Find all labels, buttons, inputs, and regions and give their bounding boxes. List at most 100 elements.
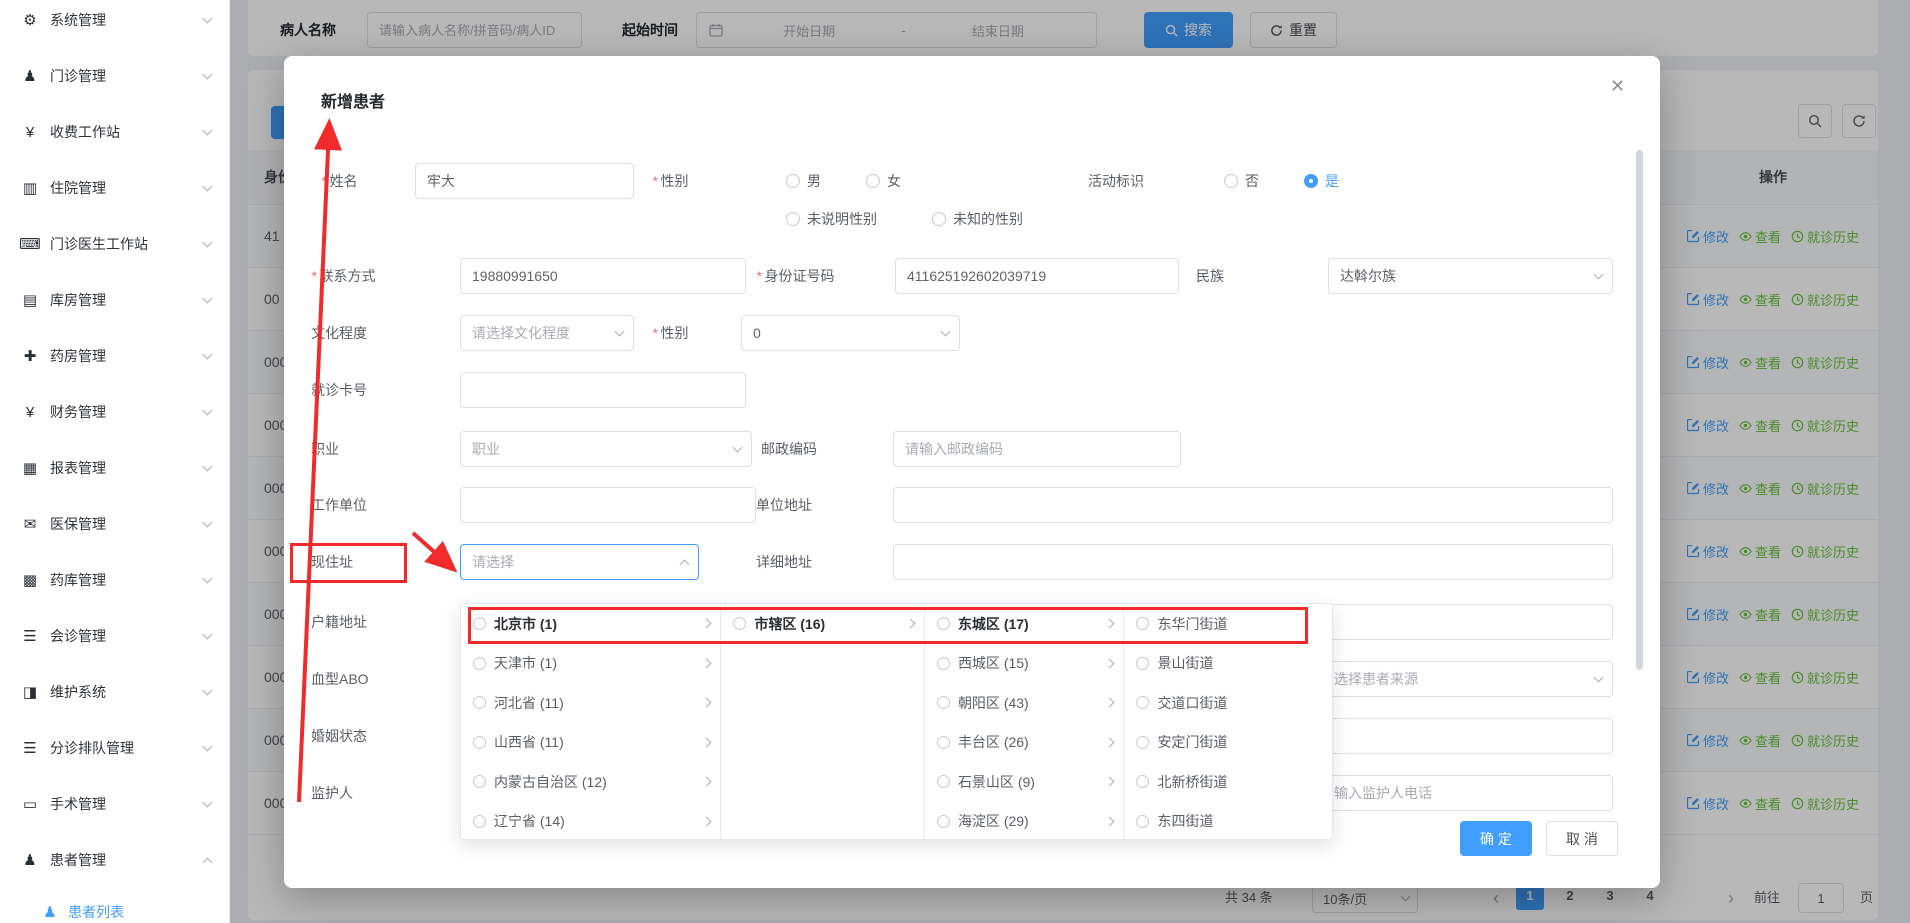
modal-title: 新增患者	[321, 88, 385, 112]
gender-label: *性别	[652, 163, 688, 199]
radio-gender-unknown[interactable]: 未知的性别	[932, 201, 1023, 237]
chevron-right-icon	[1105, 658, 1115, 668]
sidebar-item-label: 财务管理	[50, 402, 204, 422]
cascader-option[interactable]: 安定门街道	[1124, 723, 1332, 763]
work-unit-input[interactable]	[460, 487, 756, 523]
ethnic-select[interactable]: 达斡尔族	[1328, 258, 1613, 294]
chevron-icon	[203, 294, 213, 304]
sidebar-item[interactable]: ⌨ 门诊医生工作站	[0, 216, 229, 272]
cascader-option[interactable]: 东城区 (17)	[925, 604, 1124, 644]
cascader-option[interactable]: 河北省 (11)	[461, 683, 720, 723]
sidebar-item[interactable]: ▦ 报表管理	[0, 440, 229, 496]
close-icon[interactable]: ✕	[1610, 76, 1625, 97]
marital-right-input[interactable]	[1308, 718, 1613, 754]
name-input[interactable]	[415, 163, 634, 199]
sidebar-item[interactable]: ♟ 门诊管理	[0, 48, 229, 104]
chevron-up-icon	[680, 559, 690, 569]
detail-addr-input[interactable]	[893, 544, 1613, 580]
sidebar-item[interactable]: ⚙ 系统管理	[0, 0, 229, 48]
cascader-option[interactable]: 丰台区 (26)	[925, 723, 1124, 763]
radio-gender-unexplained[interactable]: 未说明性别	[786, 201, 877, 237]
radio-active-yes[interactable]: 是	[1304, 163, 1339, 199]
guardian-phone-input[interactable]	[1308, 775, 1613, 811]
sidebar-item[interactable]: ✉ 医保管理	[0, 496, 229, 552]
occupation-label: 职业	[311, 431, 339, 467]
radio-icon	[473, 736, 486, 749]
household-label: 户籍地址	[311, 604, 367, 640]
modal-scrollbar[interactable]	[1636, 150, 1643, 670]
cascader-option[interactable]: 山西省 (11)	[461, 723, 720, 763]
sidebar-item[interactable]: ▭ 手术管理	[0, 776, 229, 832]
radio-icon	[937, 736, 950, 749]
radio-icon	[1136, 617, 1149, 630]
education-select[interactable]: 请选择文化程度	[460, 315, 634, 351]
consultation-list-icon: ☰	[18, 627, 42, 645]
sidebar-item[interactable]: ▩ 药库管理	[0, 552, 229, 608]
ethnic-label: 民族	[1196, 258, 1224, 294]
cur-addr-select[interactable]: 请选择	[460, 544, 699, 580]
confirm-button[interactable]: 确 定	[1460, 821, 1532, 856]
idcard-label: *身份证号码	[756, 258, 834, 294]
cascader-option[interactable]: 天津市 (1)	[461, 644, 720, 684]
cascader-option[interactable]: 市辖区 (16)	[721, 604, 924, 644]
sidebar-item[interactable]: ◨ 维护系统	[0, 664, 229, 720]
chevron-icon	[203, 742, 213, 752]
sidebar-item[interactable]: ▤ 库房管理	[0, 272, 229, 328]
idcard-input[interactable]	[895, 258, 1179, 294]
gender2-label: *性别	[652, 315, 688, 351]
visit-card-input[interactable]	[460, 372, 746, 408]
chevron-right-icon	[702, 737, 712, 747]
chevron-right-icon	[702, 698, 712, 708]
add-patient-modal: 新增患者 ✕ *姓名 *性别 男 女 活动标识 否 是 未说明性别 未知的性别 …	[284, 56, 1660, 888]
chevron-icon	[203, 630, 213, 640]
radio-icon	[866, 174, 880, 188]
chevron-right-icon	[702, 777, 712, 787]
cascader-option[interactable]: 交道口街道	[1124, 683, 1332, 723]
cascader-option[interactable]: 朝阳区 (43)	[925, 683, 1124, 723]
sidebar-item-label: 收费工作站	[50, 122, 204, 142]
sidebar-item-patient-list[interactable]: ♟ 患者列表	[0, 888, 229, 923]
surgery-icon: ▭	[18, 795, 42, 813]
gear-icon: ⚙	[18, 11, 42, 29]
sidebar-item[interactable]: ¥ 收费工作站	[0, 104, 229, 160]
cascader-option[interactable]: 海淀区 (29)	[925, 802, 1124, 840]
chevron-icon	[203, 70, 213, 80]
cascader-option[interactable]: 西城区 (15)	[925, 644, 1124, 684]
marital-label: 婚姻状态	[311, 718, 367, 754]
cascader-option[interactable]: 内蒙古自治区 (12)	[461, 762, 720, 802]
occupation-select[interactable]: 职业	[460, 431, 752, 467]
radio-active-no[interactable]: 否	[1224, 163, 1259, 199]
cancel-button[interactable]: 取 消	[1546, 821, 1618, 856]
cascader-option[interactable]: 景山街道	[1124, 644, 1332, 684]
radio-female[interactable]: 女	[866, 163, 901, 199]
cascader-option[interactable]: 北新桥街道	[1124, 762, 1332, 802]
radio-male[interactable]: 男	[786, 163, 821, 199]
radio-icon	[937, 696, 950, 709]
sidebar-item[interactable]: ▥ 住院管理	[0, 160, 229, 216]
cascader-option[interactable]: 石景山区 (9)	[925, 762, 1124, 802]
unit-addr-input[interactable]	[893, 487, 1613, 523]
cascader-option[interactable]: 北京市 (1)	[461, 604, 720, 644]
sidebar-item-label: 维护系统	[50, 682, 204, 702]
sidebar-item[interactable]: ¥ 财务管理	[0, 384, 229, 440]
sidebar-item[interactable]: ☰ 会诊管理	[0, 608, 229, 664]
cascader-option[interactable]: 辽宁省 (14)	[461, 802, 720, 840]
cascader-option[interactable]: 东华门街道	[1124, 604, 1332, 644]
cur-addr-label: 现住址	[311, 544, 353, 580]
cascader-option[interactable]: 东四街道	[1124, 802, 1332, 840]
work-unit-label: 工作单位	[311, 487, 367, 523]
pharmacy-cross-icon: ✚	[18, 347, 42, 365]
education-label: 文化程度	[311, 315, 367, 351]
sidebar-item[interactable]: ✚ 药房管理	[0, 328, 229, 384]
cascader-district-column: 东城区 (17) 西城区 (15) 朝阳区 (43)	[925, 604, 1125, 839]
guardian-label: 监护人	[311, 775, 353, 811]
contact-input[interactable]	[460, 258, 746, 294]
gender2-select[interactable]: 0	[741, 315, 960, 351]
patient-source-select[interactable]: 请选择患者来源	[1308, 661, 1613, 697]
report-icon: ▦	[18, 459, 42, 477]
sidebar-item-label: 手术管理	[50, 794, 204, 814]
sidebar-item[interactable]: ☰ 分诊排队管理	[0, 720, 229, 776]
sidebar-item[interactable]: ♟ 患者管理	[0, 832, 229, 888]
household-right-input[interactable]	[1308, 604, 1613, 640]
postal-input[interactable]	[893, 431, 1181, 467]
